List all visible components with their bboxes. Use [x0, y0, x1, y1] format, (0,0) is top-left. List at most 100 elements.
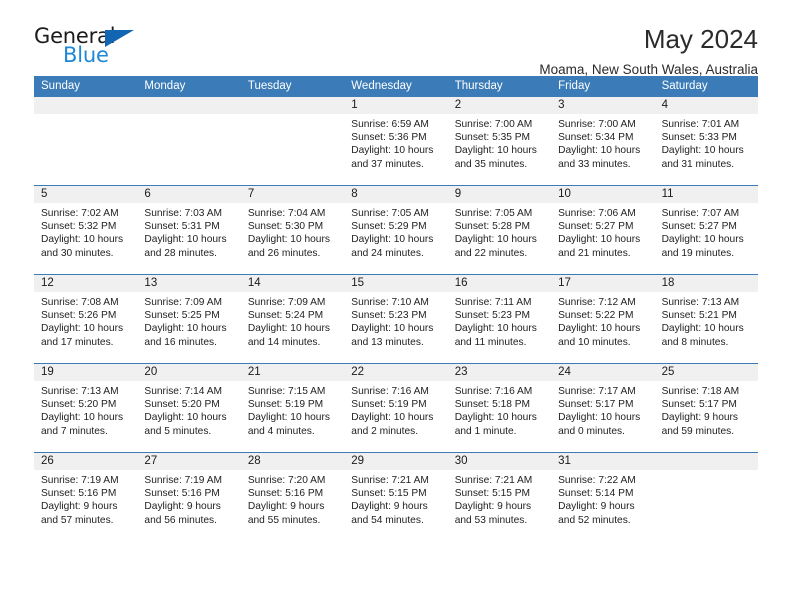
day-detail-line: Daylight: 9 hours — [351, 501, 428, 513]
day-number[interactable]: 16 — [448, 275, 551, 292]
day-number[interactable]: 7 — [241, 186, 344, 203]
day-detail-line: and 5 minutes. — [144, 425, 212, 437]
day-detail-line: and 11 minutes. — [454, 336, 527, 348]
day-detail-line: Sunrise: 7:22 AM — [558, 475, 636, 486]
day-cell[interactable]: Sunrise: 7:19 AM Sunset: 5:16 PM Daylight:… — [34, 470, 138, 541]
day-cell[interactable]: Sunrise: 7:17 AM Sunset: 5:17 PM Daylight:… — [551, 381, 655, 452]
day-cell[interactable]: Sunrise: 7:11 AM Sunset: 5:23 PM Daylight:… — [447, 292, 552, 363]
day-cell[interactable]: Sunrise: 7:10 AM Sunset: 5:23 PM Daylight:… — [344, 292, 448, 363]
day-cell[interactable]: Sunrise: 7:00 AM Sunset: 5:35 PM Daylight:… — [447, 114, 552, 185]
day-number[interactable]: 29 — [344, 453, 447, 470]
day-cell[interactable]: Sunrise: 6:59 AM Sunset: 5:36 PM Daylight:… — [344, 114, 448, 185]
day-detail-line: Sunset: 5:35 PM — [454, 132, 531, 144]
day-number[interactable]: 23 — [448, 364, 551, 381]
day-cell[interactable]: Sunrise: 7:07 AM Sunset: 5:27 PM Daylight:… — [654, 203, 758, 274]
day-cell[interactable]: Sunrise: 7:09 AM Sunset: 5:24 PM Daylight:… — [240, 292, 345, 363]
day-number[interactable]: 20 — [137, 364, 240, 381]
day-detail-line: and 24 minutes. — [351, 247, 424, 259]
day-cell[interactable]: Sunrise: 7:06 AM Sunset: 5:27 PM Daylight:… — [551, 203, 655, 274]
day-number[interactable]: 31 — [551, 453, 654, 470]
day-number[interactable]: 5 — [34, 186, 137, 203]
day-number[interactable]: 25 — [655, 364, 758, 381]
day-number[interactable]: 11 — [655, 186, 758, 203]
day-cell[interactable]: Sunrise: 7:09 AM Sunset: 5:25 PM Daylight:… — [137, 292, 241, 363]
day-number[interactable]: 10 — [551, 186, 654, 203]
day-cell[interactable]: Sunrise: 7:03 AM Sunset: 5:31 PM Daylight:… — [137, 203, 241, 274]
day-number[interactable]: 13 — [137, 275, 240, 292]
day-number[interactable]: 24 — [551, 364, 654, 381]
day-number[interactable]: 19 — [34, 364, 137, 381]
day-cell[interactable]: Sunrise: 7:16 AM Sunset: 5:18 PM Daylight:… — [447, 381, 552, 452]
day-number[interactable]: 8 — [344, 186, 447, 203]
day-number[interactable]: 27 — [137, 453, 240, 470]
day-detail-line: and 13 minutes. — [351, 336, 424, 348]
day-cell[interactable]: Sunrise: 7:01 AM Sunset: 5:33 PM Daylight:… — [654, 114, 758, 185]
day-number[interactable]: 15 — [344, 275, 447, 292]
day-detail-line: Sunset: 5:16 PM — [41, 488, 117, 500]
day-detail-line: and 57 minutes. — [41, 514, 114, 526]
page-header: General Blue May 2024 Moama, New South W… — [34, 0, 758, 77]
day-cell[interactable]: Sunrise: 7:22 AM Sunset: 5:14 PM Daylight:… — [551, 470, 655, 541]
day-detail-line: Sunset: 5:14 PM — [558, 488, 634, 500]
day-detail-line: Sunset: 5:25 PM — [144, 310, 220, 322]
day-cell[interactable]: Sunrise: 7:02 AM Sunset: 5:32 PM Daylight:… — [34, 203, 138, 274]
day-detail-line: Sunset: 5:23 PM — [351, 310, 427, 322]
day-cell[interactable]: Sunrise: 7:19 AM Sunset: 5:16 PM Daylight:… — [137, 470, 241, 541]
day-number[interactable]: 17 — [551, 275, 654, 292]
day-detail-line: and 37 minutes. — [351, 158, 424, 170]
day-number[interactable]: 14 — [241, 275, 344, 292]
general-blue-logo[interactable]: General Blue — [34, 26, 149, 70]
day-number[interactable]: 1 — [344, 97, 447, 114]
day-number[interactable]: 9 — [448, 186, 551, 203]
day-detail-line: Daylight: 10 hours — [41, 234, 124, 246]
day-cell[interactable]: Sunrise: 7:04 AM Sunset: 5:30 PM Daylight:… — [240, 203, 345, 274]
day-detail-line: Sunset: 5:17 PM — [661, 399, 737, 411]
day-number[interactable]: 3 — [551, 97, 654, 114]
day-detail-line: Sunrise: 7:21 AM — [454, 475, 533, 486]
day-number[interactable]: 30 — [448, 453, 551, 470]
calendar-week-row: 19 20 21 22 23 24 25 Sunrise: 7:13 AM Sunset: 5:… — [34, 363, 758, 452]
day-detail-line: Sunset: 5:19 PM — [247, 399, 324, 411]
day-detail-line: Daylight: 10 hours — [454, 234, 537, 246]
day-cell[interactable]: Sunrise: 7:21 AM Sunset: 5:15 PM Daylight:… — [447, 470, 552, 541]
day-detail-line: Daylight: 10 hours — [144, 412, 227, 424]
day-number[interactable]: 18 — [655, 275, 758, 292]
day-number[interactable]: 2 — [448, 97, 551, 114]
day-cell[interactable]: Sunrise: 7:21 AM Sunset: 5:15 PM Daylight:… — [344, 470, 448, 541]
day-cell[interactable]: Sunrise: 7:12 AM Sunset: 5:22 PM Daylight:… — [551, 292, 655, 363]
day-detail-line: Daylight: 10 hours — [454, 323, 537, 335]
day-cell[interactable]: Sunrise: 7:08 AM Sunset: 5:26 PM Daylight:… — [34, 292, 138, 363]
day-number[interactable]: 6 — [137, 186, 240, 203]
day-detail-line: Sunset: 5:34 PM — [558, 132, 634, 144]
day-cell[interactable]: Sunrise: 7:18 AM Sunset: 5:17 PM Daylight:… — [654, 381, 758, 452]
day-number[interactable]: 4 — [655, 97, 758, 114]
day-number[interactable]: 22 — [344, 364, 447, 381]
day-cell[interactable]: Sunrise: 7:13 AM Sunset: 5:21 PM Daylight:… — [654, 292, 758, 363]
day-detail-line: Daylight: 10 hours — [661, 323, 744, 335]
day-cell[interactable]: Sunrise: 7:20 AM Sunset: 5:16 PM Daylight:… — [240, 470, 345, 541]
calendar-grid: Sunday Monday Tuesday Wednesday Thursday Frid… — [34, 76, 758, 541]
day-cell[interactable]: Sunrise: 7:15 AM Sunset: 5:19 PM Daylight:… — [240, 381, 345, 452]
day-cell[interactable]: Sunrise: 7:14 AM Sunset: 5:20 PM Daylight:… — [137, 381, 241, 452]
day-number[interactable]: 28 — [241, 453, 344, 470]
day-detail-line: Sunrise: 6:59 AM — [351, 119, 429, 130]
day-detail-line: Sunset: 5:19 PM — [351, 399, 427, 411]
day-detail-line: Sunset: 5:20 PM — [41, 399, 117, 411]
weekday-header-friday: Friday — [558, 80, 591, 92]
day-detail-line: Daylight: 10 hours — [144, 323, 227, 335]
day-cell[interactable]: Sunrise: 7:05 AM Sunset: 5:28 PM Daylight:… — [447, 203, 552, 274]
day-number[interactable]: 21 — [241, 364, 344, 381]
day-detail-line: Sunset: 5:21 PM — [661, 310, 737, 322]
day-cell[interactable]: Sunrise: 7:13 AM Sunset: 5:20 PM Daylight:… — [34, 381, 138, 452]
day-cell[interactable]: Sunrise: 7:05 AM Sunset: 5:29 PM Daylight:… — [344, 203, 448, 274]
day-detail-line: Sunrise: 7:08 AM — [41, 297, 119, 308]
day-detail-line: and 1 minute. — [454, 425, 517, 437]
day-detail-line: Daylight: 10 hours — [351, 323, 434, 335]
day-cell[interactable]: Sunrise: 7:00 AM Sunset: 5:34 PM Daylight:… — [551, 114, 655, 185]
day-detail-line: Daylight: 10 hours — [41, 412, 124, 424]
day-number[interactable]: 12 — [34, 275, 137, 292]
day-number[interactable]: 26 — [34, 453, 137, 470]
day-detail-line: Daylight: 10 hours — [661, 234, 744, 246]
day-cell[interactable]: Sunrise: 7:16 AM Sunset: 5:19 PM Daylight:… — [344, 381, 448, 452]
day-detail-line: Daylight: 10 hours — [247, 323, 330, 335]
